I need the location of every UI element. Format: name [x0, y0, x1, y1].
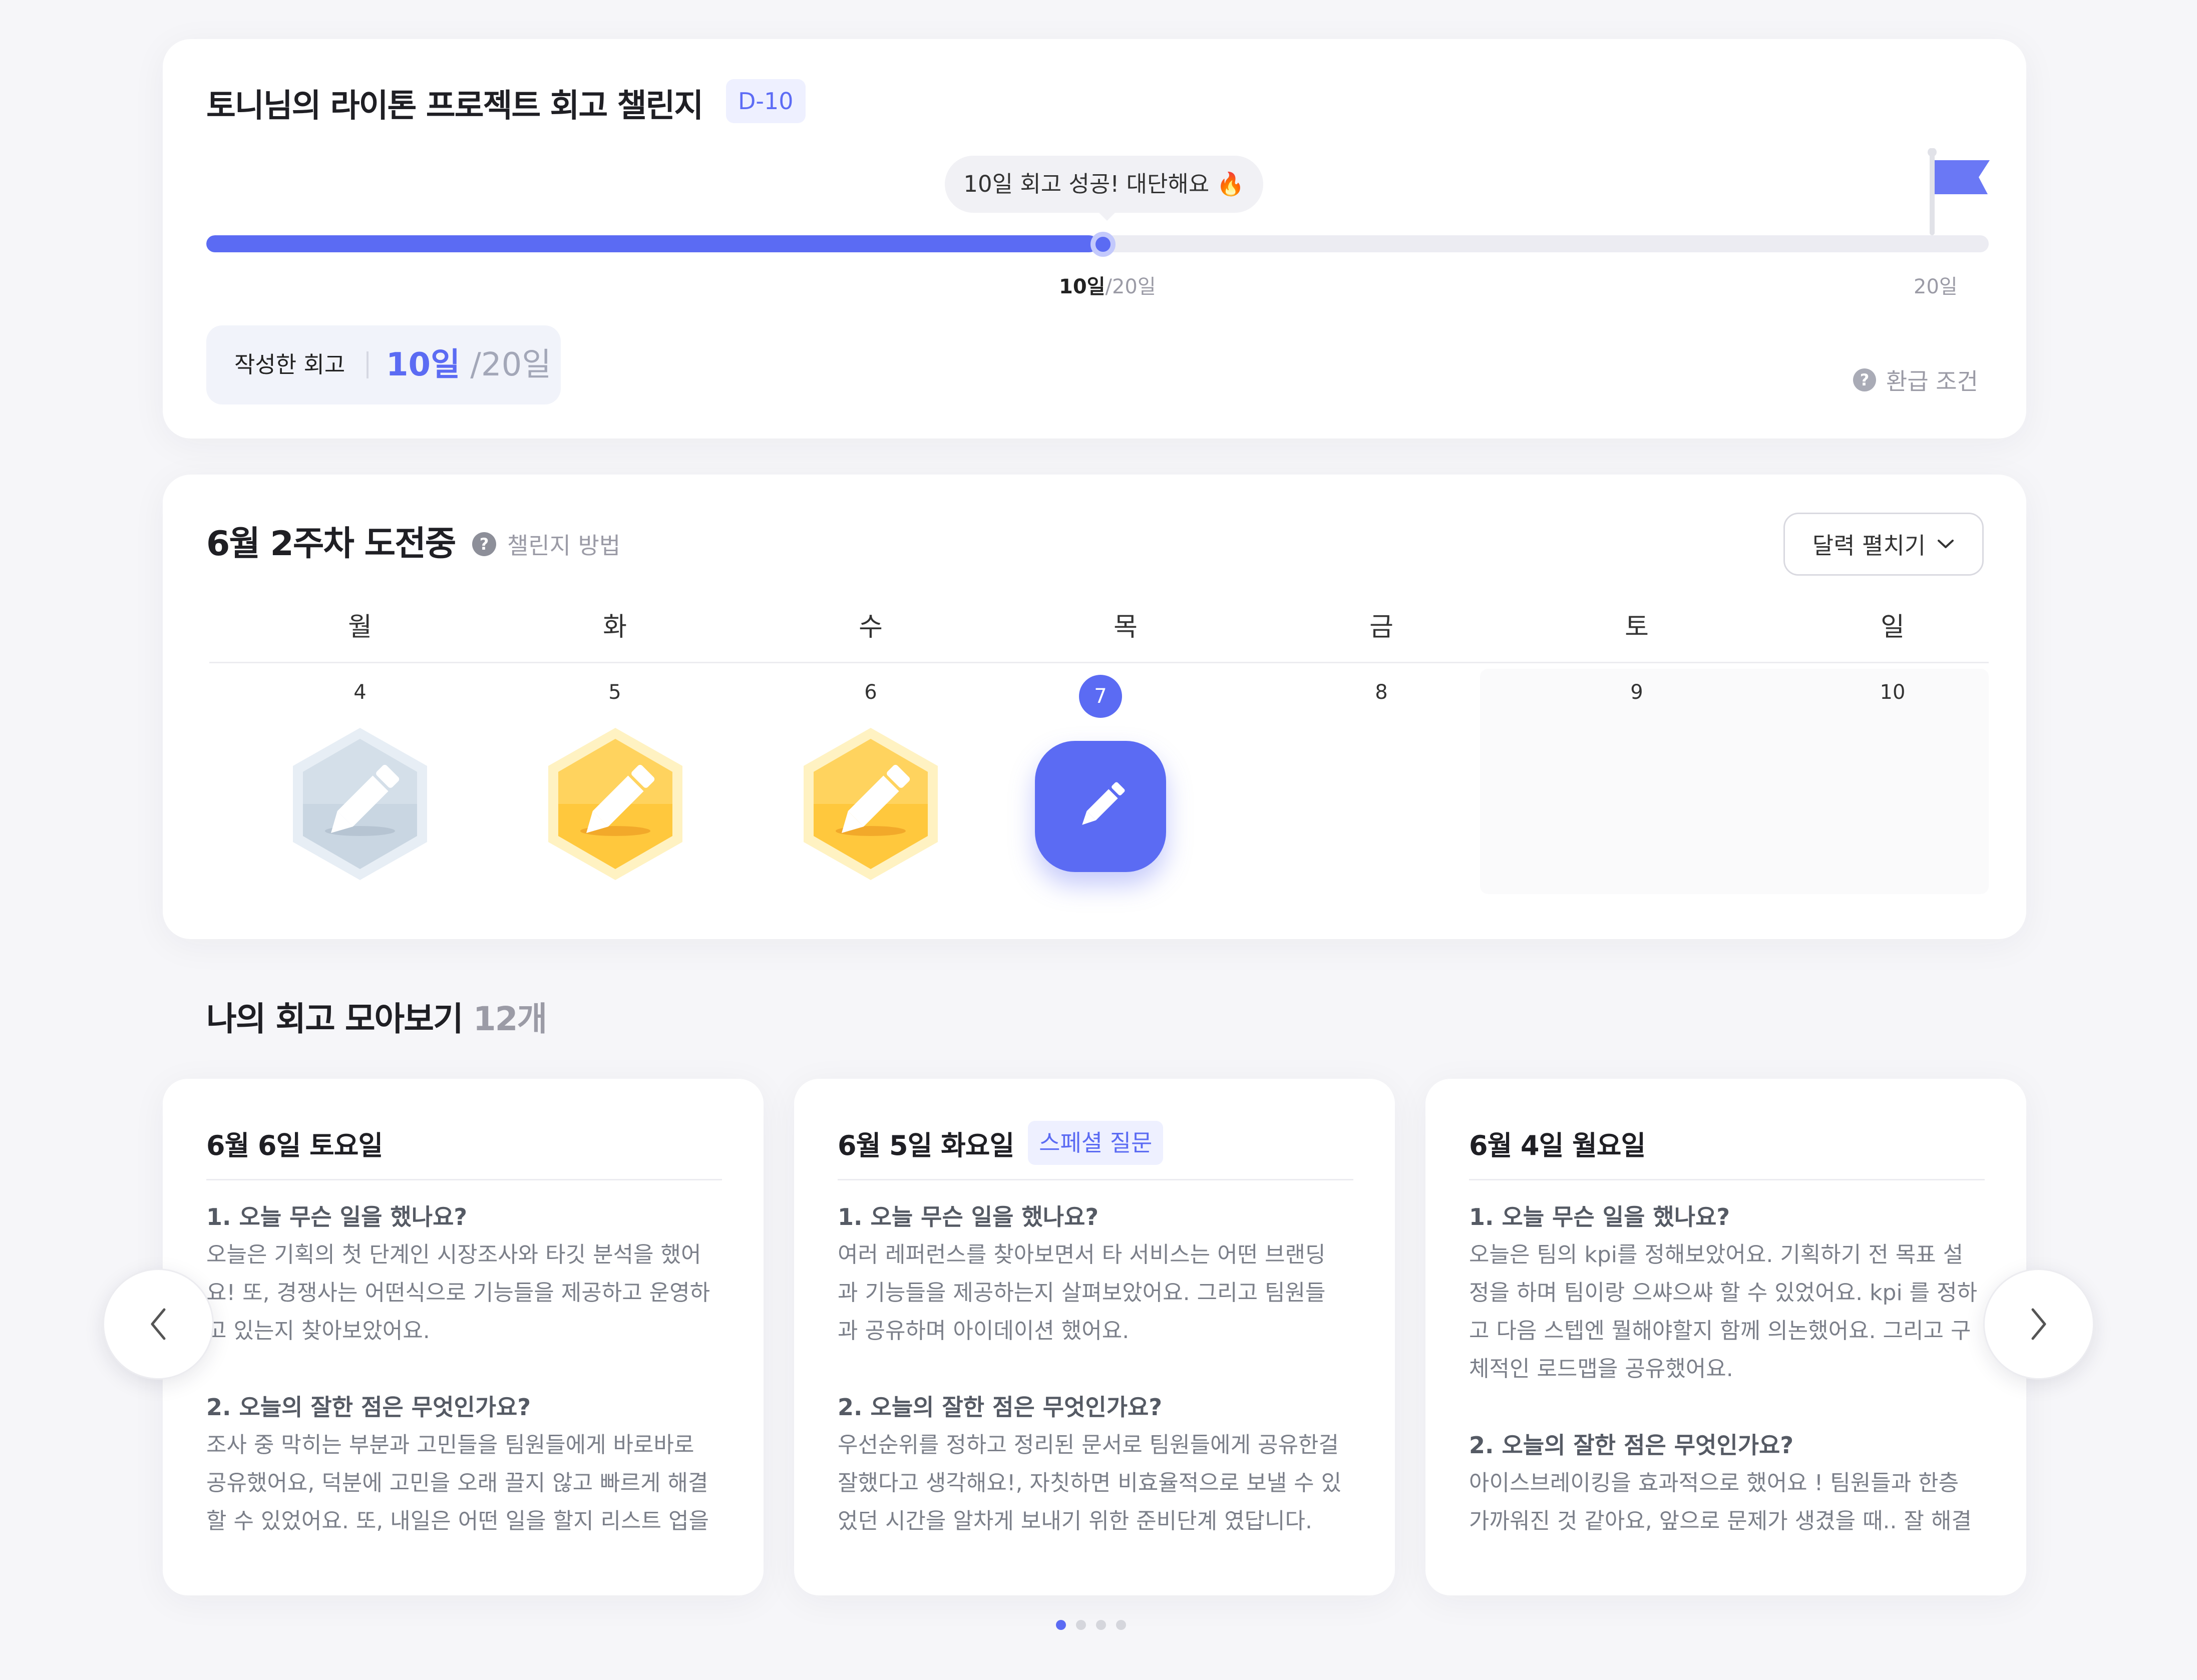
date-mon[interactable]: 4 [260, 681, 460, 704]
page-dot-active[interactable] [1056, 1620, 1066, 1630]
expand-calendar-label: 달력 펼치기 [1812, 532, 1926, 559]
silver-pencil-badge-icon[interactable] [285, 724, 435, 884]
carousel-next-button[interactable] [1983, 1269, 2094, 1380]
retro-question: 2. 오늘의 잘한 점은 무엇인가요? [1469, 1432, 1794, 1459]
retro-answer-line: 과 기능들을 제공하는지 살펴보았어요. 그리고 팀원들 [838, 1280, 1326, 1306]
date-sun[interactable]: 10 [1792, 681, 1993, 704]
written-count-value: 10일 /20일 [386, 346, 552, 383]
chevron-down-icon [1938, 540, 1954, 548]
retro-question: 1. 오늘 무슨 일을 했나요? [1469, 1203, 1730, 1230]
retro-answer-line: 고 다음 스텝엔 뭘해야할지 함께 의논했어요. 그리고 구 [1469, 1318, 1971, 1344]
date-thu-today[interactable]: 7 [1079, 675, 1122, 718]
retro-answer-line: 우선순위를 정하고 정리된 문서로 팀원들에게 공유한걸 [838, 1432, 1339, 1458]
expand-calendar-button[interactable]: 달력 펼치기 [1783, 513, 1984, 576]
retro-question: 1. 오늘 무슨 일을 했나요? [838, 1203, 1099, 1230]
retro-answer-line: 잘했다고 생각해요!, 자칫하면 비효율적으로 보낼 수 있 [838, 1470, 1342, 1496]
retro-answer-line: 정을 하며 팀이랑 으쌰으쌰 할 수 있었어요. kpi 를 정하 [1469, 1280, 1978, 1306]
weekday-wed: 수 [859, 612, 883, 642]
help-icon: ? [1853, 368, 1876, 391]
retro-answer-line: 가까워진 것 같아요, 앞으로 문제가 생겼을 때.. 잘 해결 [1469, 1508, 1972, 1534]
weekday-thu: 목 [1114, 612, 1138, 642]
week-divider [209, 662, 1989, 663]
challenge-title: 토니님의 라이톤 프로젝트 회고 챌린지 [206, 88, 703, 125]
written-count-label: 작성한 회고 [234, 351, 345, 378]
retro-divider [838, 1179, 1353, 1180]
challenge-progress-card: 토니님의 라이톤 프로젝트 회고 챌린지 D-10 10일 회고 성공! 대단해… [163, 39, 2026, 439]
progress-end-label: 20일 [1914, 275, 1958, 298]
retro-answer-line: 오늘은 기획의 첫 단계인 시장조사와 타깃 분석을 했어 [206, 1242, 701, 1268]
gold-pencil-badge-icon[interactable] [796, 724, 946, 884]
chevron-left-icon [151, 1308, 166, 1340]
retro-answer-line: 오늘은 팀의 kpi를 정해보았어요. 기획하기 전 목표 설 [1469, 1242, 1964, 1268]
retro-date: 6월 6일 토요일 [206, 1129, 383, 1161]
written-count-divider [367, 351, 369, 378]
retro-answer-line: 여러 레퍼런스를 찾아보면서 타 서비스는 어떤 브랜딩 [838, 1242, 1326, 1268]
retro-question: 2. 오늘의 잘한 점은 무엇인가요? [838, 1394, 1163, 1421]
retro-answer-line: 조사 중 막히는 부분과 고민들을 팀원들에게 바로바로 [206, 1432, 694, 1458]
weekday-mon: 월 [348, 612, 372, 642]
retro-body: 1. 오늘 무슨 일을 했나요? 오늘은 팀의 kpi를 정해보았어요. 기획하… [1469, 1198, 1990, 1540]
retro-answer-line: 아이스브레이킹을 효과적으로 했어요 ! 팀원들과 한층 [1469, 1470, 1959, 1496]
retro-answer-line: 고 있는지 찾아보았어요. [206, 1318, 430, 1344]
retro-divider [1469, 1179, 1985, 1180]
retro-list-title: 나의 회고 모아보기 12개 [206, 1000, 548, 1038]
page-dot[interactable] [1076, 1620, 1086, 1630]
retro-question: 2. 오늘의 잘한 점은 무엇인가요? [206, 1394, 531, 1421]
retro-answer-line: 요! 또, 경쟁사는 어떤식으로 기능들을 제공하고 운영하 [206, 1280, 710, 1306]
retro-body: 1. 오늘 무슨 일을 했나요? 오늘은 기획의 첫 단계인 시장조사와 타깃 … [206, 1198, 727, 1540]
goal-flag-icon [1928, 148, 1990, 235]
challenge-howto-label: 챌린지 방법 [507, 532, 621, 559]
retro-card-header: 6월 4일 월요일 [1469, 1120, 1646, 1165]
retro-date: 6월 5일 화요일 [838, 1129, 1014, 1161]
progress-knob [1090, 232, 1116, 257]
retro-divider [206, 1179, 722, 1180]
help-icon: ? [472, 532, 496, 556]
refund-condition-link[interactable]: ? 환급 조건 [1853, 363, 1978, 396]
retro-card[interactable]: 6월 4일 월요일 1. 오늘 무슨 일을 했나요? 오늘은 팀의 kpi를 정… [1425, 1079, 2026, 1595]
retro-answer-line: 체적인 로드맵을 공유했어요. [1469, 1356, 1733, 1382]
chevron-right-icon [2031, 1308, 2046, 1340]
weekday-tue: 화 [603, 612, 627, 642]
retro-count: 12개 [473, 1000, 548, 1038]
page-dot[interactable] [1096, 1620, 1106, 1630]
retro-card-header: 6월 6일 토요일 [206, 1120, 383, 1165]
progress-current-label: 10일/20일 [1059, 275, 1156, 298]
challenge-howto-link[interactable]: ? 챌린지 방법 [472, 528, 620, 561]
retro-answer-line: 었던 시간을 알차게 보내기 위한 준비단계 였답니다. [838, 1508, 1312, 1534]
progress-fill [206, 235, 1097, 252]
retro-card[interactable]: 6월 5일 화요일 스페셜 질문 1. 오늘 무슨 일을 했나요? 여러 레퍼런… [794, 1079, 1395, 1595]
dday-badge: D-10 [726, 79, 806, 123]
weekly-challenge-card: 6월 2주차 도전중 ? 챌린지 방법 달력 펼치기 월 화 수 목 금 토 일… [163, 475, 2026, 939]
gold-pencil-badge-icon[interactable] [540, 724, 690, 884]
retro-card[interactable]: 6월 6일 토요일 1. 오늘 무슨 일을 했나요? 오늘은 기획의 첫 단계인… [163, 1079, 764, 1595]
written-count-box: 작성한 회고 10일 /20일 [206, 325, 561, 404]
refund-condition-label: 환급 조건 [1886, 368, 1978, 395]
retro-card-header: 6월 5일 화요일 스페셜 질문 [838, 1120, 1164, 1165]
write-today-button[interactable] [1035, 741, 1166, 872]
date-tue[interactable]: 5 [515, 681, 715, 704]
retro-answer-line: 과 공유하며 아이데이션 했어요. [838, 1318, 1130, 1344]
retro-answer-line: 할 수 있었어요. 또, 내일은 어떤 일을 할지 리스트 업을 [206, 1508, 709, 1534]
weekday-sun: 일 [1881, 612, 1905, 642]
progress-tooltip: 10일 회고 성공! 대단해요 🔥 [945, 156, 1263, 213]
week-title: 6월 2주차 도전중 [206, 524, 456, 564]
retro-answer-line: 공유했어요, 덕분에 고민을 오래 끌지 않고 빠르게 해결 [206, 1470, 708, 1496]
carousel-pagination [1056, 1620, 1126, 1630]
pencil-icon [1082, 782, 1125, 825]
retro-date: 6월 4일 월요일 [1469, 1129, 1646, 1161]
retro-question: 1. 오늘 무슨 일을 했나요? [206, 1203, 468, 1230]
special-question-badge: 스페셜 질문 [1028, 1121, 1164, 1165]
date-wed[interactable]: 6 [771, 681, 971, 704]
carousel-prev-button[interactable] [103, 1269, 214, 1380]
page-dot[interactable] [1116, 1620, 1126, 1630]
weekday-fri: 금 [1369, 612, 1393, 642]
retro-body: 1. 오늘 무슨 일을 했나요? 여러 레퍼런스를 찾아보면서 타 서비스는 어… [838, 1198, 1358, 1540]
date-fri[interactable]: 8 [1281, 681, 1482, 704]
date-sat[interactable]: 9 [1537, 681, 1737, 704]
weekday-sat: 토 [1625, 612, 1649, 642]
progress-tooltip-tail [1097, 211, 1117, 221]
